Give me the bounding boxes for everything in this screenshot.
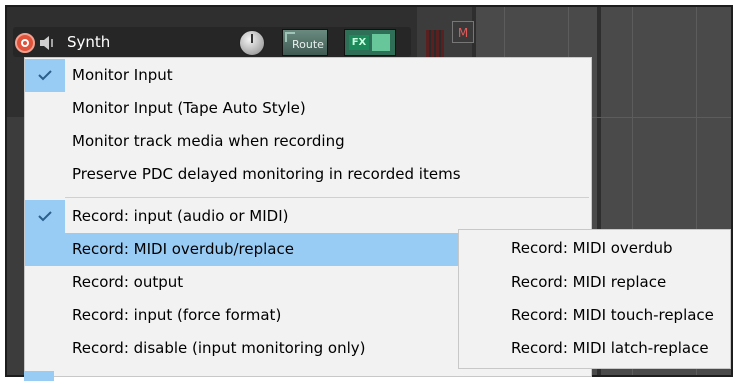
submenu-item-midi-replace[interactable]: Record: MIDI replace	[511, 266, 731, 299]
mute-button[interactable]: M	[452, 21, 474, 43]
menu-item-label: Monitor track media when recording	[72, 132, 345, 150]
menu-item-label: Record: output	[72, 273, 184, 291]
menu-item-preserve-pdc[interactable]: Preserve PDC delayed monitoring in recor…	[25, 158, 591, 191]
menu-separator	[65, 197, 589, 198]
record-arm-button[interactable]	[15, 33, 35, 53]
menu-item-label: Record: input (audio or MIDI)	[72, 207, 289, 225]
volume-knob[interactable]	[239, 30, 265, 56]
meter-bars	[426, 30, 444, 60]
midi-overdub-submenu: Record: MIDI overdub Record: MIDI replac…	[458, 229, 731, 369]
menu-item-label: Monitor Input	[72, 66, 173, 84]
submenu-item-midi-touch-replace[interactable]: Record: MIDI touch-replace	[511, 299, 731, 332]
submenu-item-midi-overdub[interactable]: Record: MIDI overdub	[511, 232, 731, 265]
menu-item-label: Preserve PDC delayed monitoring in recor…	[72, 165, 461, 183]
checkmark-icon	[38, 70, 52, 81]
speaker-icon[interactable]	[40, 36, 56, 50]
next-item-check-cell	[24, 371, 54, 381]
check-cell	[25, 200, 65, 233]
menu-item-label: Record: input (force format)	[72, 306, 282, 324]
submenu-item-midi-latch-replace[interactable]: Record: MIDI latch-replace	[511, 332, 731, 365]
fx-button[interactable]: FX	[344, 29, 396, 56]
menu-item-monitor-input[interactable]: Monitor Input	[25, 59, 591, 92]
track-name[interactable]: Synth	[67, 33, 110, 51]
menu-item-label: Record: MIDI overdub/replace	[72, 240, 294, 258]
checkmark-icon	[38, 211, 52, 222]
route-button[interactable]: Route	[282, 29, 328, 56]
menu-item-monitor-input-tape[interactable]: Monitor Input (Tape Auto Style)	[25, 92, 591, 125]
menu-item-label: Monitor Input (Tape Auto Style)	[72, 99, 306, 117]
menu-item-label: Record: disable (input monitoring only)	[72, 339, 366, 357]
menu-item-monitor-track-media[interactable]: Monitor track media when recording	[25, 125, 591, 158]
fx-label: FX	[349, 35, 369, 50]
check-cell	[25, 59, 65, 92]
fx-enable-icon	[372, 34, 390, 51]
